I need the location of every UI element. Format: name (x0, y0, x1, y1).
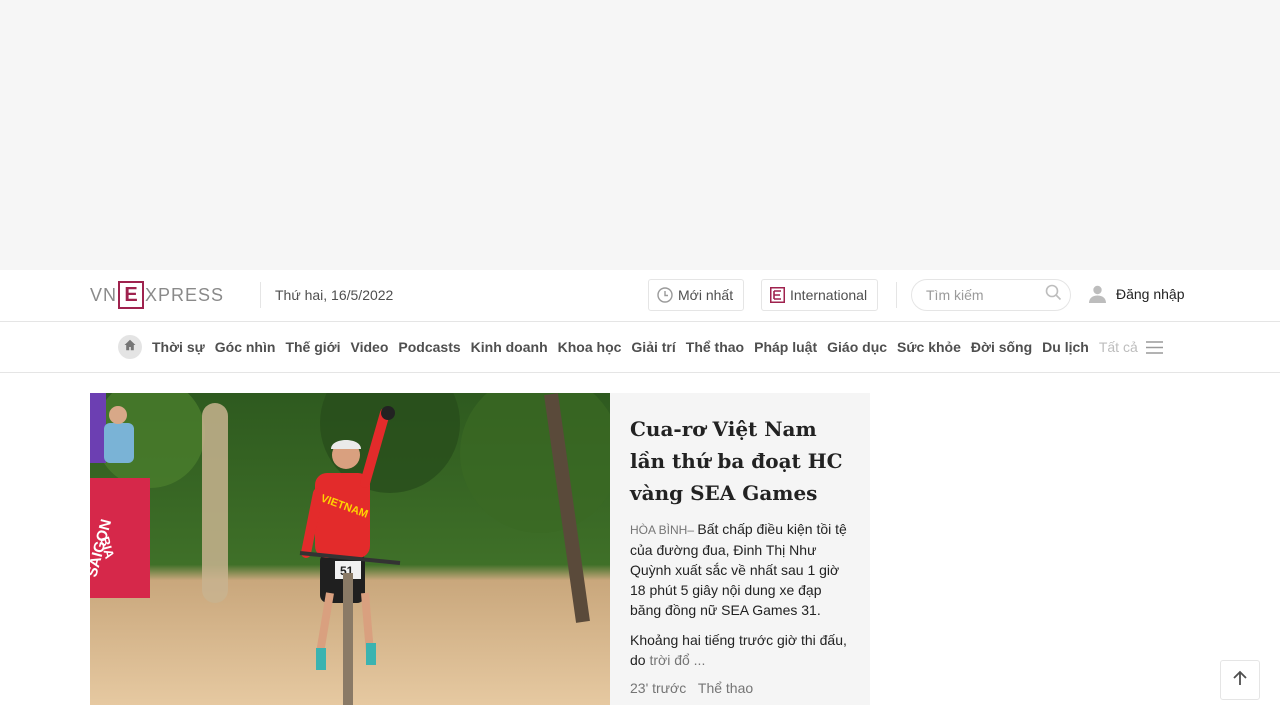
nav-item-video[interactable]: Video (351, 339, 389, 355)
vnexpress-logo[interactable]: VN E XPRESS (90, 280, 242, 310)
back-to-top-button[interactable] (1220, 660, 1260, 700)
article-location: Hòa Bình (630, 523, 688, 537)
nav-item-khoa-hoc[interactable]: Khoa học (558, 339, 622, 355)
logo-text-left: VN (90, 284, 118, 305)
article-thumbnail[interactable]: BIA SAIGON VIETNAM 51 (90, 393, 610, 705)
nav-item-giao-duc[interactable]: Giáo dục (827, 339, 887, 355)
article-lead: Hòa Bình– Bất chấp điều kiện tồi tệ của … (630, 519, 850, 620)
latest-news-button[interactable]: Mới nhất (648, 279, 745, 311)
category-nav: Thời sự Góc nhìn Thế giới Video Podcasts… (0, 322, 1280, 373)
international-button[interactable]: International (761, 279, 879, 311)
search-box (911, 279, 1071, 311)
article-time: 23' trước (630, 680, 687, 696)
nav-item-phap-luat[interactable]: Pháp luật (754, 339, 817, 355)
article-text: Cua-rơ Việt Nam lần thứ ba đoạt HC vàng … (610, 393, 870, 705)
logo-emblem: E (118, 281, 145, 309)
user-icon (1088, 285, 1107, 303)
nav-item-suc-khoe[interactable]: Sức khỏe (897, 339, 961, 355)
article-meta: 23' trước Thể thao (630, 680, 850, 696)
search-icon[interactable] (1045, 284, 1062, 306)
login-button[interactable]: Đăng nhập (1088, 285, 1185, 303)
nav-item-kinh-doanh[interactable]: Kinh doanh (471, 339, 548, 355)
divider (896, 282, 897, 308)
search-input[interactable] (926, 287, 1036, 303)
article-title[interactable]: Cua-rơ Việt Nam lần thứ ba đoạt HC vàng … (630, 413, 850, 509)
featured-article: BIA SAIGON VIETNAM 51 Cua-rơ Việt Nam lầ… (90, 393, 870, 705)
international-label: International (790, 287, 868, 303)
clock-icon (657, 287, 673, 303)
latest-news-label: Mới nhất (678, 287, 734, 303)
logo-text-right: XPRESS (145, 284, 225, 305)
login-label: Đăng nhập (1116, 286, 1185, 302)
article-body-snippet: Khoảng hai tiếng trước giờ thi đấu, do t… (630, 630, 850, 670)
nav-item-giai-tri[interactable]: Giải trí (631, 339, 675, 355)
home-button[interactable] (118, 335, 142, 359)
divider (260, 282, 261, 308)
nav-item-doi-song[interactable]: Đời sống (971, 339, 1032, 355)
home-icon (124, 338, 136, 356)
international-logo-icon (770, 287, 785, 303)
nav-item-the-thao[interactable]: Thể thao (686, 339, 744, 355)
read-more-link[interactable]: trời đổ ... (649, 652, 705, 668)
location-dash: – (687, 523, 698, 537)
nav-item-du-lich[interactable]: Du lịch (1042, 339, 1089, 355)
hamburger-menu-icon[interactable] (1145, 340, 1163, 354)
article-category-link[interactable]: Thể thao (698, 680, 753, 696)
top-header: VN E XPRESS Thứ hai, 16/5/2022 Mới nhất … (0, 270, 1280, 322)
advertisement-banner (0, 0, 1280, 270)
nav-item-thoi-su[interactable]: Thời sự (152, 339, 205, 355)
current-date: Thứ hai, 16/5/2022 (275, 287, 394, 303)
arrow-up-icon (1233, 670, 1247, 691)
nav-item-podcasts[interactable]: Podcasts (398, 339, 460, 355)
nav-all-categories[interactable]: Tất cả (1099, 339, 1138, 355)
nav-item-the-gioi[interactable]: Thế giới (285, 339, 340, 355)
nav-item-goc-nhin[interactable]: Góc nhìn (215, 339, 276, 355)
